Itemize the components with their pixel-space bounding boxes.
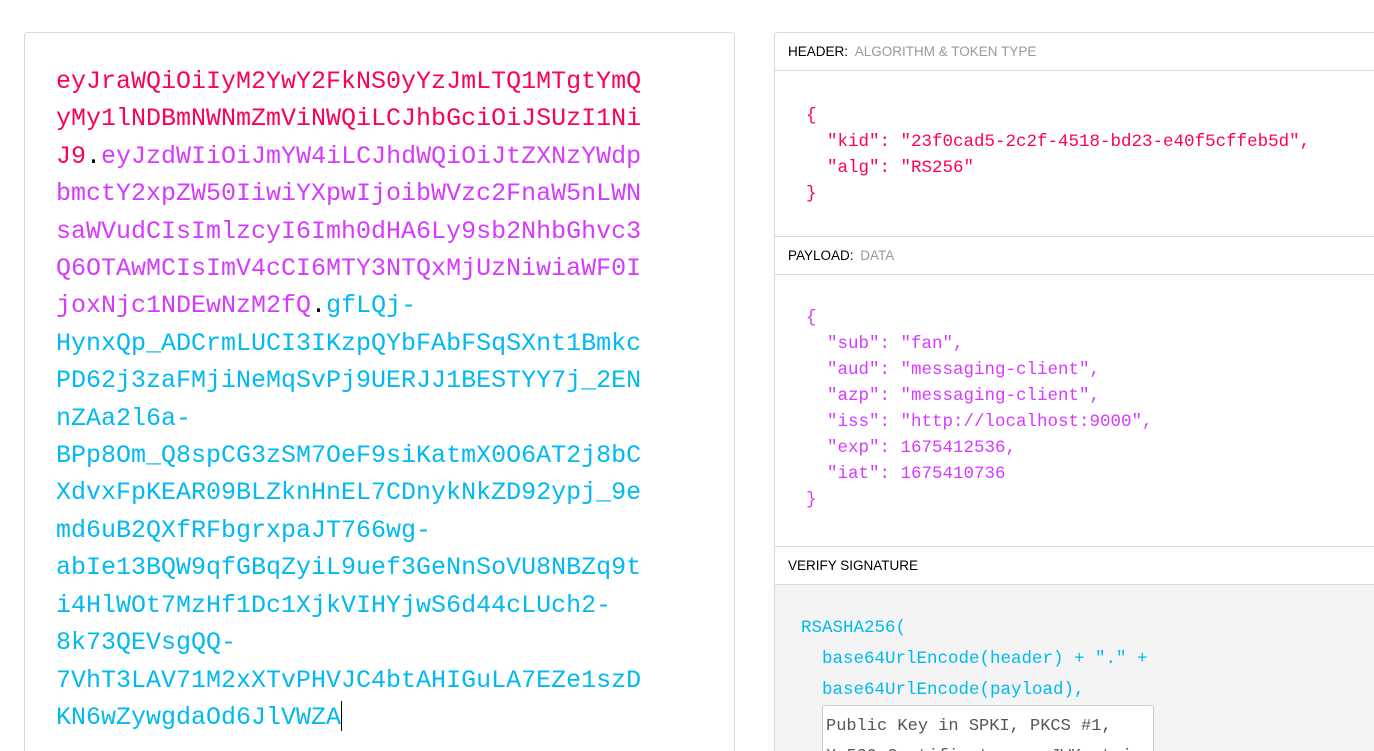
token-sig-segment: 7VhT3LAV71M2xXTvPHVJC4btAHIGuLA7EZe1szD	[56, 665, 642, 695]
token-payload-segment: saWVudCIsImlzcyI6Imh0dHA6Ly9sb2NhbGhvc3	[56, 216, 642, 246]
token-sig-segment: abIe13BQW9qfGBqZyiL9uef3GeNnSoVU8NBZq9t	[56, 553, 642, 583]
token-header-segment: eyJraWQiOiIyM2YwY2FkNS0yYzJmLTQ1MTgtYmQ	[56, 67, 642, 96]
token-line: joxNjc1NDEwNzM2fQ.gfLQj-	[56, 287, 641, 324]
token-line: 8k73QEVsgQQ-	[56, 624, 641, 661]
token-sig-segment: BPp8Om_Q8spCG3zSM7OeF9siKatmX0O6AT2j8bC	[56, 441, 642, 471]
payload-json-editor[interactable]: { "sub": "fan", "aud": "messaging-client…	[775, 275, 1374, 547]
token-line: nZAa2l6a-	[56, 400, 641, 437]
payload-label: PAYLOAD:	[788, 248, 854, 263]
token-line: HynxQp_ADCrmLUCI3IKzpQYbFAbFSqSXnt1Bmkc	[56, 325, 641, 362]
header-sublabel: ALGORITHM & TOKEN TYPE	[854, 44, 1037, 59]
decoded-panel: HEADER: ALGORITHM & TOKEN TYPE { "kid": …	[774, 32, 1374, 751]
header-label: HEADER:	[788, 44, 849, 59]
token-payload-segment: joxNjc1NDEwNzM2fQ	[56, 291, 312, 321]
token-line: eyJraWQiOiIyM2YwY2FkNS0yYzJmLTQ1MTgtYmQ	[56, 63, 641, 100]
signature-code: RSASHA256( base64UrlEncode(header) + "."…	[801, 618, 1148, 700]
token-sig-segment: i4HlWOt7MzHf1Dc1XjkVIHYjwS6d44cLUch2-	[56, 590, 612, 620]
token-line: Q6OTAwMCIsImV4cCI6MTY3NTQxMjUzNiwiaWF0I	[56, 250, 641, 287]
header-json[interactable]: { "kid": "23f0cad5-2c2f-4518-bd23-e40f5c…	[806, 103, 1310, 207]
encoded-token-editor[interactable]: eyJraWQiOiIyM2YwY2FkNS0yYzJmLTQ1MTgtYmQ y…	[24, 32, 735, 751]
token-line: saWVudCIsImlzcyI6Imh0dHA6Ly9sb2NhbGhvc3	[56, 213, 641, 250]
token-line: 7VhT3LAV71M2xXTvPHVJC4btAHIGuLA7EZe1szD	[56, 662, 641, 699]
payload-sublabel: DATA	[860, 248, 895, 263]
token-payload-segment: bmctY2xpZW50IiwiYXpwIjoibWVzc2FnaW5nLWN	[56, 179, 642, 209]
token-sig-segment: md6uB2QXfRFbgrxpaJT766wg-	[56, 515, 432, 545]
token-header-segment: yMy1lNDBmNWNmZmViNWQiLCJhbGciOiJSUzI1Ni	[56, 104, 642, 134]
token-dot-segment: .	[86, 141, 102, 171]
verify-label: VERIFY SIGNATURE	[788, 558, 919, 573]
verify-section-label: VERIFY SIGNATURE	[775, 547, 1374, 585]
token-line: abIe13BQW9qfGBqZyiL9uef3GeNnSoVU8NBZq9t	[56, 549, 641, 586]
token-sig-segment: gfLQj-	[326, 291, 417, 321]
token-sig-segment: XdvxFpKEAR09BLZknHnEL7CDnykNkZD92ypj_9e	[56, 478, 642, 508]
token-line: BPp8Om_Q8spCG3zSM7OeF9siKatmX0O6AT2j8bC	[56, 437, 641, 474]
token-dot-segment: .	[311, 291, 327, 321]
token-sig-segment: PD62j3zaFMjiNeMqSvPj9UERJJ1BESTYY7j_2EN	[56, 366, 642, 396]
payload-json[interactable]: { "sub": "fan", "aud": "messaging-client…	[806, 305, 1153, 513]
text-cursor	[341, 700, 343, 731]
token-line: yMy1lNDBmNWNmZmViNWQiLCJhbGciOiJSUzI1Ni	[56, 100, 641, 137]
token-payload-segment: eyJzdWIiOiJmYW4iLCJhdWQiOiJtZXNzYWdp	[101, 141, 642, 171]
token-payload-segment: Q6OTAwMCIsImV4cCI6MTY3NTQxMjUzNiwiaWF0I	[56, 254, 642, 284]
token-line: PD62j3zaFMjiNeMqSvPj9UERJJ1BESTYY7j_2EN	[56, 362, 641, 399]
token-sig-segment: 8k73QEVsgQQ-	[56, 628, 237, 658]
verify-signature-body: RSASHA256( base64UrlEncode(header) + "."…	[775, 585, 1374, 751]
token-line: bmctY2xpZW50IiwiYXpwIjoibWVzc2FnaW5nLWN	[56, 175, 641, 212]
token-sig-segment: nZAa2l6a-	[56, 403, 192, 433]
token-line: XdvxFpKEAR09BLZknHnEL7CDnykNkZD92ypj_9e	[56, 474, 641, 511]
token-line: KN6wZywgdaOd6JlVWZA	[56, 699, 641, 736]
token-header-segment: J9	[56, 141, 87, 171]
token-sig-segment: HynxQp_ADCrmLUCI3IKzpQYbFAbFSqSXnt1Bmkc	[56, 328, 642, 358]
payload-section-label: PAYLOAD: DATA	[775, 237, 1374, 275]
token-line: J9.eyJzdWIiOiJmYW4iLCJhdWQiOiJtZXNzYWdp	[56, 138, 641, 175]
token-line: i4HlWOt7MzHf1Dc1XjkVIHYjwS6d44cLUch2-	[56, 587, 641, 624]
header-json-editor[interactable]: { "kid": "23f0cad5-2c2f-4518-bd23-e40f5c…	[775, 71, 1374, 237]
encoded-token-text[interactable]: eyJraWQiOiIyM2YwY2FkNS0yYzJmLTQ1MTgtYmQ y…	[56, 63, 641, 736]
header-section-label: HEADER: ALGORITHM & TOKEN TYPE	[775, 33, 1374, 71]
token-line: md6uB2QXfRFbgrxpaJT766wg-	[56, 512, 641, 549]
public-key-input[interactable]: Public Key in SPKI, PKCS #1, X.509 Certi…	[822, 705, 1154, 751]
token-sig-segment: KN6wZywgdaOd6JlVWZA	[56, 702, 342, 732]
